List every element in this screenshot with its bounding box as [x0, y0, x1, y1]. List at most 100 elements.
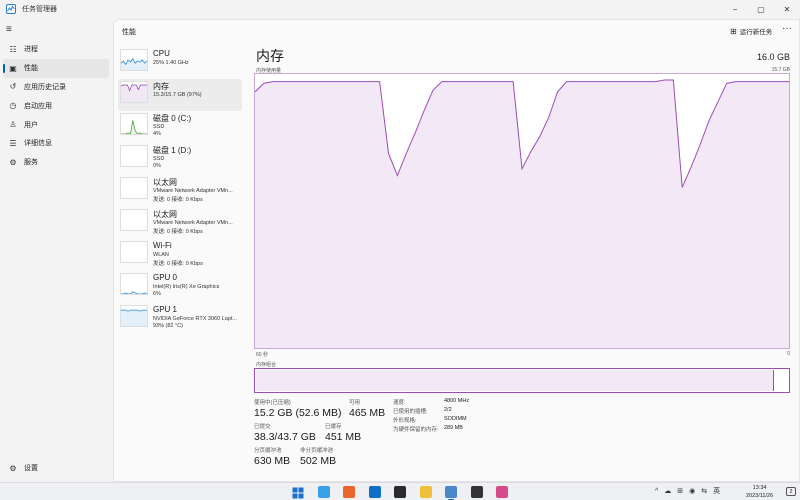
device-sparkline — [120, 241, 148, 263]
device-usage: 6% — [153, 291, 161, 297]
terminal-icon[interactable] — [394, 486, 406, 498]
tray-icon[interactable]: ◉ — [689, 487, 695, 495]
device-usage: 发送: 0 接收: 0 Kbps — [153, 261, 203, 267]
device-detail: 25% 1.40 GHz — [153, 60, 189, 66]
prop-reserved-label: 为硬件保留的内存: — [393, 427, 439, 433]
startup-icon: ◷ — [9, 101, 17, 111]
device-usage: 4% — [153, 131, 161, 137]
taskbar-clock[interactable]: 13:34 2023/11/26 — [746, 484, 773, 500]
device-item[interactable]: 磁盘 0 (C:) SSD 4% — [118, 111, 242, 143]
device-name: 以太网 — [153, 178, 177, 187]
stat-value: 502 MB — [300, 455, 337, 467]
device-sparkline — [120, 113, 148, 135]
detail-title: 内存 — [256, 48, 284, 64]
stat-in-use: 使用中(已压缩) 15.2 GB (52.6 MB) — [254, 398, 342, 419]
stat-value: 630 MB — [254, 455, 291, 467]
nav-item-details[interactable]: ☰ 详细信息 — [3, 134, 109, 153]
close-button[interactable]: ✕ — [774, 0, 800, 18]
memory-composition-bar — [254, 368, 790, 393]
device-name: 内存 — [153, 82, 169, 91]
maximize-button[interactable]: ▢ — [748, 0, 774, 18]
minimize-button[interactable]: − — [722, 0, 748, 18]
stat-value: 38.3/43.7 GB — [254, 431, 316, 443]
tray-icon[interactable]: ☁ — [664, 487, 671, 495]
run-new-task-button[interactable]: ⊞ 运行新任务 — [730, 26, 772, 37]
nav-item-history[interactable]: ↺ 应用历史记录 — [3, 78, 109, 97]
stat-label: 已缓存 — [325, 424, 342, 430]
stat-value: 465 MB — [349, 407, 386, 419]
nav-item-label: 进程 — [24, 46, 38, 54]
nav-item-services[interactable]: ⚙ 服务 — [3, 153, 109, 172]
prop-slots-label: 已使用的插槽: — [393, 409, 428, 415]
tray-icon[interactable]: 英 — [713, 486, 720, 496]
device-name: 磁盘 1 (D:) — [153, 146, 192, 155]
device-name: GPU 1 — [153, 305, 178, 314]
stat-label: 已提交 — [254, 424, 271, 430]
device-name: 以太网 — [153, 210, 177, 219]
prop-slots-value: 2/2 — [444, 407, 452, 413]
device-sparkline — [120, 81, 148, 103]
device-name: CPU — [153, 49, 170, 58]
device-sparkline — [120, 145, 148, 167]
device-name: Wi-Fi — [153, 241, 172, 250]
device-item[interactable]: Wi-Fi WLAN 发送: 0 接收: 0 Kbps — [118, 239, 242, 271]
cmd-icon[interactable] — [470, 486, 483, 498]
nav-item-label: 应用历史记录 — [24, 83, 66, 91]
device-usage: 0% — [153, 163, 161, 169]
more-options-button[interactable]: ··· — [782, 23, 792, 34]
edge-icon[interactable] — [368, 486, 381, 498]
performance-icon: ▣ — [9, 63, 17, 73]
memory-total: 16.0 GB — [756, 52, 790, 62]
taskbar: ^ ☁ ⊞ ◉ ⇆ 英 13:34 2023/11/26 2 — [0, 482, 800, 500]
nav-item-label: 设置 — [24, 465, 38, 473]
tray-icon[interactable]: ⊞ — [677, 487, 683, 495]
file-explorer-icon[interactable] — [419, 486, 432, 498]
device-detail: NVIDIA GeForce RTX 3060 Lapt... — [153, 316, 237, 322]
nav-item-startup[interactable]: ◷ 启动应用 — [3, 96, 109, 115]
device-item[interactable]: CPU 25% 1.40 GHz — [118, 47, 242, 79]
task-manager-app-icon[interactable] — [445, 486, 457, 500]
hamburger-menu-icon[interactable]: ≡ — [6, 24, 12, 35]
snipping-icon[interactable] — [496, 486, 508, 498]
tray-icon[interactable]: ^ — [655, 488, 658, 495]
stat-committed: 已提交 38.3/43.7 GB — [254, 422, 316, 443]
task-manager-icon — [6, 4, 16, 14]
run-task-icon: ⊞ — [730, 26, 737, 36]
device-name: 磁盘 0 (C:) — [153, 114, 192, 123]
nav-item-label: 服务 — [24, 159, 38, 167]
device-detail: SSD — [153, 156, 165, 162]
device-detail: 15.3/15.7 GB (97%) — [153, 92, 202, 98]
notification-badge[interactable]: 2 — [786, 487, 796, 496]
prop-form-factor-label: 外形规格: — [393, 418, 417, 424]
device-item[interactable]: 磁盘 1 (D:) SSD 0% — [118, 143, 242, 175]
start-icon[interactable] — [292, 486, 304, 499]
memory-usage-graph — [254, 73, 790, 349]
navigation-pane: ≡ ☷ 进程 ▣ 性能 ↺ 应用历史记录 ◷ 启动应用 ♙ 用户 ☰ 详细信息 ⚙ 服务 ⚙ 设置 — [0, 18, 112, 482]
device-item[interactable]: 以太网 VMware Network Adapter VMn... 发送: 0 接收… — [118, 175, 242, 207]
device-usage: 发送: 0 接收: 0 Kbps — [153, 197, 203, 203]
clock-time: 13:34 — [752, 485, 767, 491]
device-detail: Intel(R) Iris(R) Xe Graphics — [153, 284, 220, 290]
nav-item-performance[interactable]: ▣ 性能 — [3, 58, 109, 78]
processes-icon: ☷ — [9, 44, 17, 54]
services-icon: ⚙ — [9, 157, 17, 167]
device-item[interactable]: 内存 15.3/15.7 GB (97%) — [118, 79, 242, 111]
firefox-icon[interactable] — [343, 486, 355, 498]
nav-item-users[interactable]: ♙ 用户 — [3, 115, 109, 134]
memory-composition-in-use — [256, 370, 774, 391]
device-item[interactable]: GPU 0 Intel(R) Iris(R) Xe Graphics 6% — [118, 271, 242, 303]
nav-item-label: 详细信息 — [24, 140, 52, 148]
prop-speed-value: 4800 MHz — [444, 398, 470, 404]
device-item[interactable]: 以太网 VMware Network Adapter VMn... 发送: 0 接收… — [118, 207, 242, 239]
copilot-icon[interactable] — [317, 486, 330, 498]
stat-value: 15.2 GB (52.6 MB) — [254, 407, 342, 419]
details-icon: ☰ — [9, 138, 17, 148]
device-usage: 发送: 0 接收: 0 Kbps — [153, 229, 203, 235]
nav-item-settings[interactable]: ⚙ 设置 — [3, 459, 109, 478]
nav-item-processes[interactable]: ☷ 进程 — [3, 40, 109, 59]
tray-icon[interactable]: ⇆ — [701, 487, 707, 495]
users-icon: ♙ — [9, 120, 17, 130]
device-item[interactable]: GPU 1 NVIDIA GeForce RTX 3060 Lapt... 93% … — [118, 303, 242, 335]
memory-detail-panel: 内存 16.0 GB 内存使用量 15.7 GB 60 秒 0 内存组合 使用中… — [254, 46, 794, 476]
stat-available: 可用 465 MB — [349, 398, 385, 419]
